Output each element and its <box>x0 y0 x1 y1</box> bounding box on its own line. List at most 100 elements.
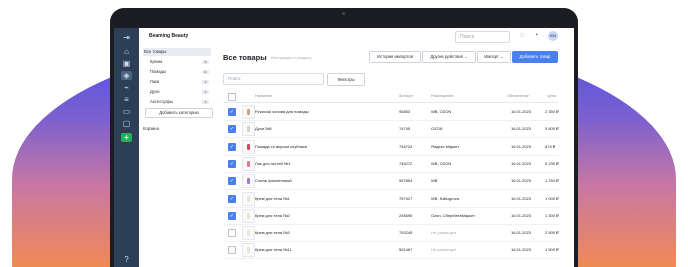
left-nav-rail: ⇥ ⌂ ▣ ◈ ⌁ ≡ ▭ ▢ + ? <box>114 28 139 267</box>
row-checkbox[interactable]: ✓ <box>228 125 236 134</box>
notification-icon[interactable]: ◔ <box>532 32 540 40</box>
product-thumbnail <box>242 208 255 223</box>
tree-item-all[interactable]: Все товары <box>143 48 211 56</box>
column-updated[interactable]: Обновление <box>507 94 529 98</box>
global-search-input[interactable]: Поиск <box>455 31 510 43</box>
row-checkbox[interactable]: ✓ <box>228 159 236 168</box>
product-name[interactable]: Крем для тела №1 <box>255 196 290 201</box>
product-placement: Яндекс.Маркет <box>431 143 460 149</box>
import-history-button[interactable]: История импортов <box>369 51 421 63</box>
table-row[interactable]: Крем для тела №11 501467 Не размещен 16.01.… <box>223 241 559 260</box>
table-row[interactable]: ✓ Лак для ногтей №1 745272 WB, OZON 16.01.20… <box>223 155 559 173</box>
product-placement: WB, OZON <box>431 109 452 114</box>
search-placeholder: Поиск <box>228 76 241 81</box>
column-sku[interactable]: Артикул <box>399 94 413 98</box>
camera-dot <box>342 12 345 15</box>
column-name[interactable]: Название <box>255 94 272 98</box>
product-price: 1 294 ₽ <box>545 178 559 184</box>
product-placement: Не размещен <box>431 230 457 236</box>
tree-item-cart[interactable]: Корзина <box>143 125 211 133</box>
product-sku: 95853 <box>399 109 411 114</box>
table-header: Название Артикул Размещение Обновление Ц… <box>223 90 559 103</box>
add-icon[interactable]: + <box>121 133 132 142</box>
product-name[interactable]: Financial основа для помады <box>255 109 309 114</box>
add-category-button[interactable]: Добавить категорию <box>145 108 213 118</box>
product-price: 5 600 ₽ <box>545 126 559 132</box>
product-name[interactable]: Помада со вкусом клубники <box>255 144 307 149</box>
product-price: 874 ₽ <box>545 143 556 149</box>
row-checkbox[interactable]: ✓ <box>228 211 236 220</box>
product-updated: 16.01.2023 <box>511 160 532 166</box>
product-sku: 745272 <box>399 160 413 166</box>
product-sku: 757427 <box>399 195 413 201</box>
row-checkbox[interactable] <box>228 229 236 238</box>
select-all-checkbox[interactable] <box>228 93 236 101</box>
tree-item[interactable]: Духи 1 <box>150 88 211 96</box>
product-thumbnail <box>242 226 255 241</box>
product-name[interactable]: Крем для тела №3 <box>255 230 290 235</box>
help-icon[interactable]: ? <box>121 255 132 264</box>
table-row[interactable]: ✓ Крем для тела №1 757427 WB, Kaltugrova 16.… <box>223 190 559 208</box>
list-icon[interactable]: ≡ <box>121 95 132 104</box>
tree-item[interactable]: Помады 2 <box>150 68 211 76</box>
top-bar: Beaming Beauty Поиск ◌ ◔ KN <box>139 28 574 46</box>
product-sku: 745724 <box>399 143 413 149</box>
row-checkbox[interactable]: ✓ <box>228 108 236 116</box>
tree-item[interactable]: Аксессуары 1 <box>150 98 211 106</box>
table-row[interactable]: ✓ Financial основа для помады 95853 WB, OZO… <box>223 103 559 121</box>
row-checkbox[interactable]: ✓ <box>228 194 236 203</box>
row-checkbox[interactable]: ✓ <box>228 177 236 186</box>
product-placement: WB <box>431 178 438 184</box>
product-sku: 245695 <box>399 212 413 218</box>
table-row[interactable]: ✓ Крем для тела №2 245695 Ozon, СберМегаМар… <box>223 207 559 225</box>
product-price: 2 500 ₽ <box>545 230 559 236</box>
category-tree: Все товары Крема 3 Помады 2 Лаки 1 Духи 1 Ак… <box>139 45 216 267</box>
product-price: 1 300 ₽ <box>545 212 559 218</box>
products-panel: Все товары Инструкции к разделу История … <box>215 45 574 267</box>
home-icon[interactable]: ⌂ <box>121 47 132 56</box>
product-thumbnail <box>242 243 255 258</box>
product-updated: 16.01.2023 <box>511 195 532 201</box>
product-search-input[interactable]: Поиск <box>223 73 324 85</box>
product-updated: 16.01.2023 <box>511 178 532 184</box>
row-checkbox[interactable]: ✓ <box>228 142 236 151</box>
support-icon[interactable]: ◌ <box>518 32 526 40</box>
product-sku: 753245 <box>399 230 413 236</box>
product-name[interactable]: Крем для тела №2 <box>255 213 290 218</box>
import-dropdown[interactable]: Импорт ⌄ <box>477 51 511 63</box>
row-checkbox[interactable] <box>228 246 236 255</box>
tree-item[interactable]: Крема 3 <box>150 58 211 66</box>
product-updated: 16.01.2023 <box>511 143 532 149</box>
product-price: 1 500 ₽ <box>545 247 559 253</box>
bag-icon[interactable]: ▣ <box>121 59 132 68</box>
filters-button[interactable]: Фильтры <box>327 73 365 86</box>
table-row[interactable]: ✓ Помада со вкусом клубники 745724 Яндекс.М… <box>223 138 559 156</box>
tag-icon[interactable]: ◈ <box>121 71 132 80</box>
tree-item[interactable]: Лаки 1 <box>150 78 211 86</box>
collapse-icon[interactable]: ⇥ <box>121 33 132 42</box>
table-row[interactable]: ✓ Спонж фиолетовый 967854 WB 16.01.2023 1 294… <box>223 172 559 191</box>
product-placement: OZON <box>431 126 443 132</box>
add-product-button[interactable]: Добавить товар <box>512 51 558 63</box>
chart-icon[interactable]: ⌁ <box>121 83 132 92</box>
product-price: 2 350 ₽ <box>545 109 559 114</box>
product-updated: 16.01.2023 <box>511 109 532 114</box>
product-name[interactable]: Спонж фиолетовый <box>255 178 292 183</box>
instructions-link[interactable]: Инструкции к разделу <box>271 55 312 60</box>
product-thumbnail <box>242 122 255 137</box>
column-price[interactable]: Цена <box>547 94 556 98</box>
product-updated: 16.01.2023 <box>511 212 532 218</box>
product-name[interactable]: Лак для ногтей №1 <box>255 161 290 166</box>
other-actions-dropdown[interactable]: Другие действия ⌄ <box>422 51 476 63</box>
product-price: 5 230 ₽ <box>545 160 559 166</box>
table-row[interactable]: Крем для тела №3 753245 Не размещен 16.01.2… <box>223 224 559 243</box>
brand-name: Beaming Beauty <box>149 33 189 39</box>
product-name[interactable]: Крем для тела №11 <box>255 247 292 252</box>
avatar[interactable]: KN <box>548 31 558 41</box>
chat-icon[interactable]: ▭ <box>121 107 132 116</box>
table-row[interactable]: ✓ Духи №5 74745 OZON 16.01.2023 5 600 ₽ <box>223 120 559 139</box>
app-screen: ⇥ ⌂ ▣ ◈ ⌁ ≡ ▭ ▢ + ? Beaming Beauty Поиск… <box>114 28 574 267</box>
product-name[interactable]: Духи №5 <box>255 126 272 131</box>
monitor-icon[interactable]: ▢ <box>121 119 132 128</box>
column-placement[interactable]: Размещение <box>431 94 453 98</box>
